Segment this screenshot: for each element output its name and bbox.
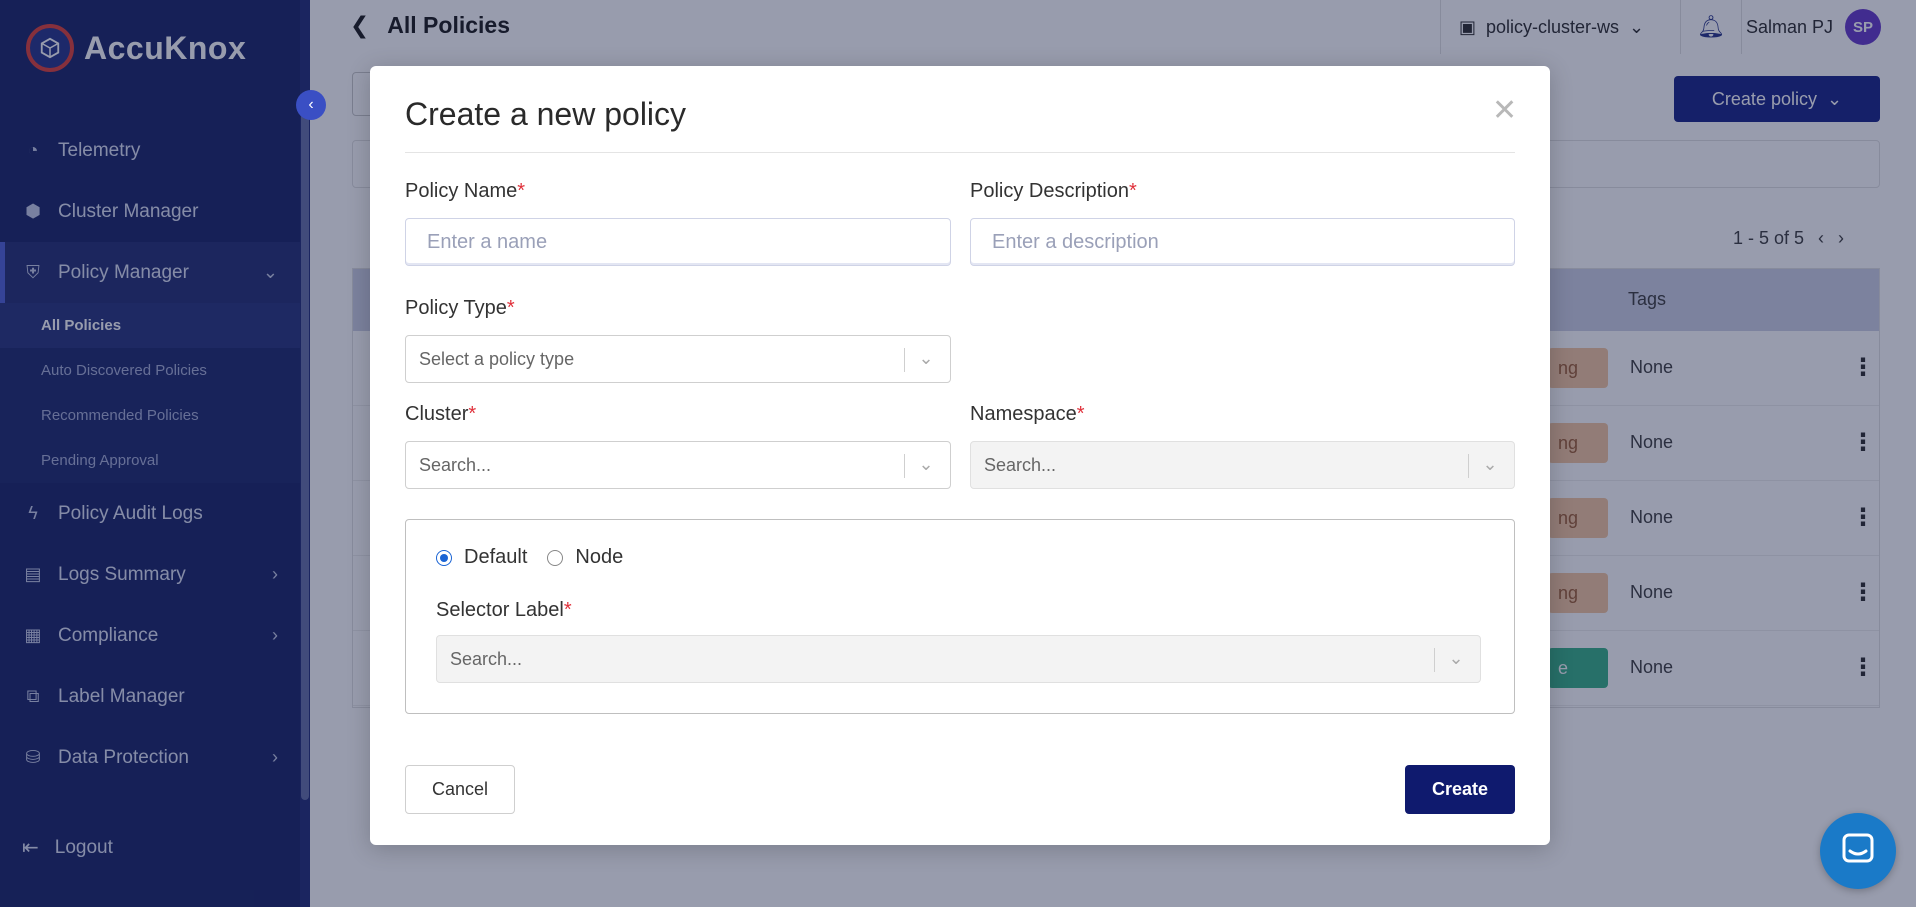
create-button[interactable]: Create [1405,765,1515,814]
cluster-label: Cluster* [405,403,477,425]
mode-radio-group: Default Node [436,546,631,569]
create-policy-modal: Create a new policy ✕ Policy Name* Polic… [370,66,1550,845]
radio-default-label[interactable]: Default [464,546,527,569]
sidebar-collapse-button[interactable]: ‹ [296,90,326,120]
chevron-down-icon: ⌄ [1448,647,1464,668]
selector-label-select[interactable]: Search... ⌄ [436,635,1481,683]
selector-label-placeholder: Search... [450,648,523,669]
cluster-placeholder: Search... [419,454,492,475]
cluster-select[interactable]: Search... ⌄ [405,441,951,489]
select-separator [904,454,905,478]
policy-type-placeholder: Select a policy type [419,348,575,369]
namespace-placeholder: Search... [984,454,1057,475]
select-separator [1468,454,1469,478]
modal-title: Create a new policy [405,96,687,132]
radio-default[interactable] [436,549,452,566]
select-separator [904,348,905,372]
select-separator [1434,648,1435,672]
cancel-button[interactable]: Cancel [405,765,515,814]
policy-type-label: Policy Type* [405,297,515,319]
namespace-label: Namespace* [970,403,1085,425]
policy-description-input[interactable] [970,218,1515,266]
policy-name-label: Policy Name* [405,180,526,202]
modal-divider [405,152,1515,153]
chevron-down-icon: ⌄ [918,347,934,368]
close-icon[interactable]: ✕ [1492,96,1517,126]
chat-widget-button[interactable] [1820,813,1896,889]
policy-name-input[interactable] [405,218,951,266]
policy-description-label: Policy Description* [970,180,1137,202]
selector-panel: Default Node Selector Label* Search... ⌄ [405,519,1515,714]
policy-type-select[interactable]: Select a policy type ⌄ [405,335,951,383]
radio-node[interactable] [547,549,564,566]
namespace-select[interactable]: Search... ⌄ [970,441,1515,489]
chevron-left-icon: ‹ [308,96,314,113]
selector-label-label: Selector Label* [436,599,572,621]
chat-icon [1840,831,1876,872]
radio-node-label[interactable]: Node [575,546,623,569]
chevron-down-icon: ⌄ [1482,453,1498,474]
chevron-down-icon: ⌄ [918,453,934,474]
